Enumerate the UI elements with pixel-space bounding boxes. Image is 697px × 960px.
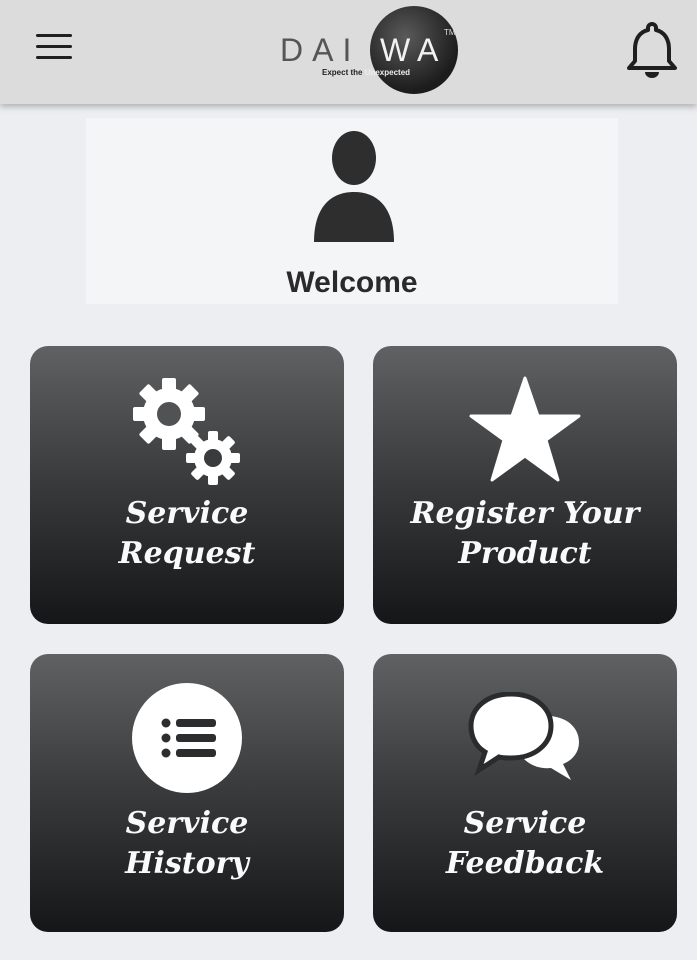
list-icon [30,682,344,794]
service-feedback-button[interactable]: Service Feedback [373,654,677,932]
app-header: DAI WA TM Expect the Unexpected [0,0,697,104]
star-icon [373,376,677,484]
service-history-button[interactable]: Service History [30,654,344,932]
service-request-label: Service Request [118,496,256,571]
profile-card: Welcome [86,118,618,304]
daiwa-logo: DAI WA TM Expect the Unexpected [276,6,466,94]
logo-text-left: DAI [280,32,361,68]
service-request-button[interactable]: Service Request [30,346,344,624]
logo-tagline: Expect the Unexpected [322,68,411,77]
logo-trademark: TM [444,28,456,37]
hamburger-menu-icon[interactable] [34,32,76,64]
register-product-button[interactable]: Register Your Product [373,346,677,624]
chat-bubbles-icon [373,692,677,784]
bell-icon[interactable] [626,20,678,80]
service-feedback-label: Service Feedback [445,806,605,881]
gears-icon [30,374,344,490]
register-product-label: Register Your Product [410,496,640,571]
welcome-text: Welcome [286,266,418,299]
service-history-label: Service History [125,806,249,881]
user-silhouette-icon [308,130,400,246]
logo-text-right: WA [380,32,447,68]
